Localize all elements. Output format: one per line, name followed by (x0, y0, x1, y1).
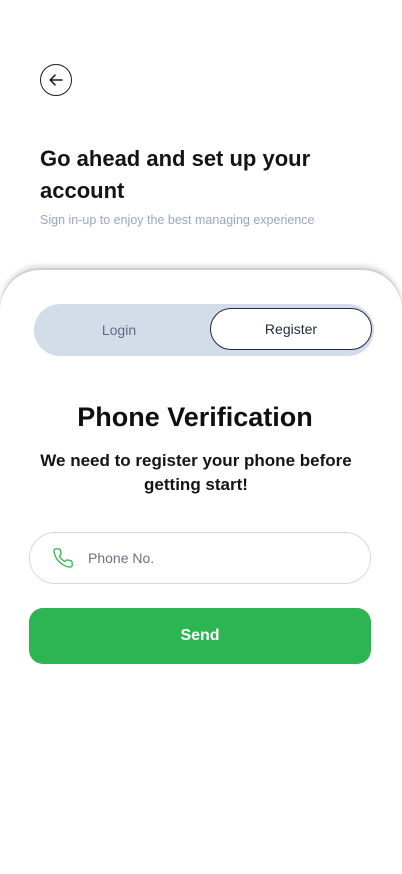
verification-description: We need to register your phone before ge… (40, 451, 352, 494)
page-title: Go ahead and set up your account (40, 146, 311, 203)
phone-field[interactable] (29, 532, 371, 584)
auth-sheet: Login Register Phone Verification We nee… (0, 268, 402, 874)
phone-input[interactable] (86, 549, 350, 567)
phone-icon (52, 547, 74, 569)
page-subtitle: Sign in-up to enjoy the best managing ex… (40, 213, 315, 227)
register-screen: Go ahead and set up your account Sign in… (0, 0, 402, 874)
back-button[interactable] (40, 64, 72, 96)
send-button[interactable]: Send (29, 608, 371, 664)
login-register-toggle: Login Register (34, 304, 374, 356)
verification-title: Phone Verification (77, 402, 313, 432)
tab-login[interactable]: Login (34, 304, 204, 356)
tab-register[interactable]: Register (210, 308, 372, 350)
arrow-left-icon (49, 74, 63, 86)
